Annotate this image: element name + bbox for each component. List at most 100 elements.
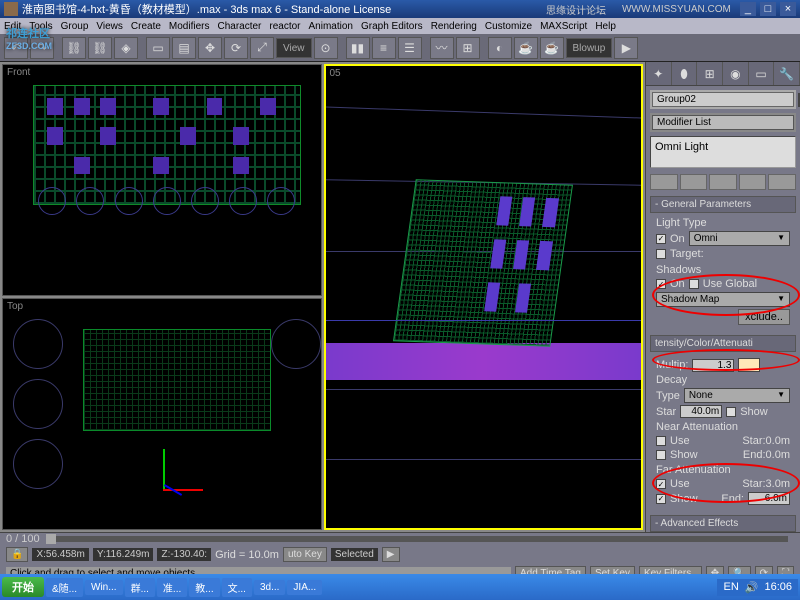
menu-create[interactable]: Create [131, 21, 161, 32]
move-button[interactable]: ✥ [198, 37, 222, 59]
menu-reactor[interactable]: reactor [269, 21, 300, 32]
shadow-on-checkbox[interactable]: ✓ [656, 279, 666, 289]
render-preset-select[interactable]: Blowup [566, 38, 613, 58]
schematic-button[interactable]: ⊞ [456, 37, 480, 59]
render-scene-button[interactable]: ☕ [514, 37, 538, 59]
remove-mod-button[interactable] [739, 174, 767, 190]
start-button[interactable]: 开始 [2, 577, 44, 597]
refcoord-select[interactable]: View [276, 38, 312, 58]
viewport-perspective[interactable]: 05 [324, 64, 644, 530]
far-show-checkbox[interactable]: ✓ [656, 494, 666, 504]
layers-button[interactable]: ☰ [398, 37, 422, 59]
task-item[interactable]: &随... [46, 578, 83, 597]
tab-display-icon[interactable]: ▭ [749, 62, 775, 85]
tab-hierarchy-icon[interactable]: ⊞ [697, 62, 723, 85]
decay-start-spinner[interactable]: 40.0m [680, 405, 722, 418]
play-button[interactable]: ▶ [382, 547, 400, 562]
multiplier-label: Multip: [656, 359, 688, 371]
minimize-button[interactable]: _ [740, 2, 756, 16]
menu-views[interactable]: Views [96, 21, 123, 32]
scale-button[interactable]: ⤢ [250, 37, 274, 59]
link-button[interactable]: ⛓ [62, 37, 86, 59]
near-use-checkbox[interactable] [656, 436, 666, 446]
task-item[interactable]: JIA... [287, 580, 322, 595]
viewport-front[interactable]: Front [2, 64, 322, 296]
menu-modifiers[interactable]: Modifiers [169, 21, 210, 32]
render-last-button[interactable]: ▶ [614, 37, 638, 59]
select-name-button[interactable]: ▤ [172, 37, 196, 59]
show-end-button[interactable] [680, 174, 708, 190]
material-button[interactable]: ◐ [488, 37, 512, 59]
modifier-stack[interactable]: Omni Light [650, 136, 796, 168]
tab-utilities-icon[interactable]: 🔧 [774, 62, 800, 85]
decay-type-select[interactable]: None [684, 388, 790, 403]
task-item[interactable]: 教... [189, 578, 219, 597]
shadow-map-select[interactable]: Shadow Map [656, 292, 790, 307]
near-show-checkbox[interactable] [656, 450, 666, 460]
tray-icon[interactable]: 🔊 [745, 581, 759, 594]
undo-button[interactable]: ↶ [4, 37, 28, 59]
make-unique-button[interactable] [709, 174, 737, 190]
object-name-field[interactable] [652, 92, 794, 107]
menu-animation[interactable]: Animation [309, 21, 353, 32]
center-button[interactable]: ⊙ [314, 37, 338, 59]
curve-editor-button[interactable]: 〰 [430, 37, 454, 59]
grid-label: Grid = 10.0m [215, 549, 279, 561]
menu-help[interactable]: Help [595, 21, 616, 32]
quick-render-button[interactable]: ☕ [540, 37, 564, 59]
decay-show-label: Show [740, 406, 768, 418]
light-type-select[interactable]: Omni [689, 231, 790, 246]
coord-y[interactable]: Y:116.249m [93, 548, 154, 561]
menu-edit[interactable]: Edit [4, 21, 21, 32]
align-button[interactable]: ≡ [372, 37, 396, 59]
viewport-top[interactable]: Top [2, 298, 322, 530]
task-item[interactable]: 群... [125, 578, 155, 597]
menu-maxscript[interactable]: MAXScript [540, 21, 587, 32]
language-indicator[interactable]: EN [723, 581, 738, 594]
unlink-button[interactable]: ⛓ [88, 37, 112, 59]
autokey-button[interactable]: uto Key [283, 547, 327, 562]
stack-item[interactable]: Omni Light [655, 141, 791, 153]
tab-modify-icon[interactable]: ⬮ [672, 62, 698, 85]
task-item[interactable]: 准... [157, 578, 187, 597]
coord-x[interactable]: X:56.458m [32, 548, 88, 561]
rotate-button[interactable]: ⟳ [224, 37, 248, 59]
target-checkbox[interactable] [656, 249, 666, 259]
menu-grapheditors[interactable]: Graph Editors [361, 21, 423, 32]
tab-motion-icon[interactable]: ◉ [723, 62, 749, 85]
task-item[interactable]: Win... [85, 580, 123, 595]
rollout-intensity[interactable]: tensity/Color/Attenuati [650, 335, 796, 352]
far-end-spinner[interactable]: 6.0m [748, 492, 790, 505]
multiplier-spinner[interactable]: 1.3 [692, 359, 734, 372]
select-button[interactable]: ▭ [146, 37, 170, 59]
menu-customize[interactable]: Customize [485, 21, 532, 32]
configure-button[interactable] [768, 174, 796, 190]
time-slider[interactable] [46, 536, 788, 542]
lock-button[interactable]: 🔒 [6, 547, 28, 562]
task-item[interactable]: 3d... [254, 580, 285, 595]
menu-rendering[interactable]: Rendering [431, 21, 477, 32]
far-use-checkbox[interactable]: ✓ [656, 479, 666, 489]
exclude-button[interactable]: xclude.. [738, 309, 790, 325]
decay-label: Decay [656, 374, 790, 386]
close-button[interactable]: × [780, 2, 796, 16]
tab-create-icon[interactable]: ✦ [646, 62, 672, 85]
mirror-button[interactable]: ▮▮ [346, 37, 370, 59]
decay-show-checkbox[interactable] [726, 407, 736, 417]
task-item[interactable]: 文... [222, 578, 252, 597]
menu-tools[interactable]: Tools [29, 21, 52, 32]
bind-button[interactable]: ◈ [114, 37, 138, 59]
modifier-list-select[interactable]: Modifier List [652, 115, 794, 130]
rollout-advanced-effects[interactable]: - Advanced Effects [650, 515, 796, 532]
menu-group[interactable]: Group [61, 21, 89, 32]
menu-character[interactable]: Character [217, 21, 261, 32]
rollout-general-params[interactable]: - General Parameters [650, 196, 796, 213]
redo-button[interactable]: ↷ [30, 37, 54, 59]
keymode-select[interactable]: Selected [331, 548, 378, 561]
pin-stack-button[interactable] [650, 174, 678, 190]
light-color-swatch[interactable] [738, 358, 760, 372]
maximize-button[interactable]: □ [760, 2, 776, 16]
light-on-checkbox[interactable]: ✓ [656, 234, 666, 244]
use-global-checkbox[interactable] [689, 279, 699, 289]
coord-z[interactable]: Z:-130.40: [157, 548, 211, 561]
